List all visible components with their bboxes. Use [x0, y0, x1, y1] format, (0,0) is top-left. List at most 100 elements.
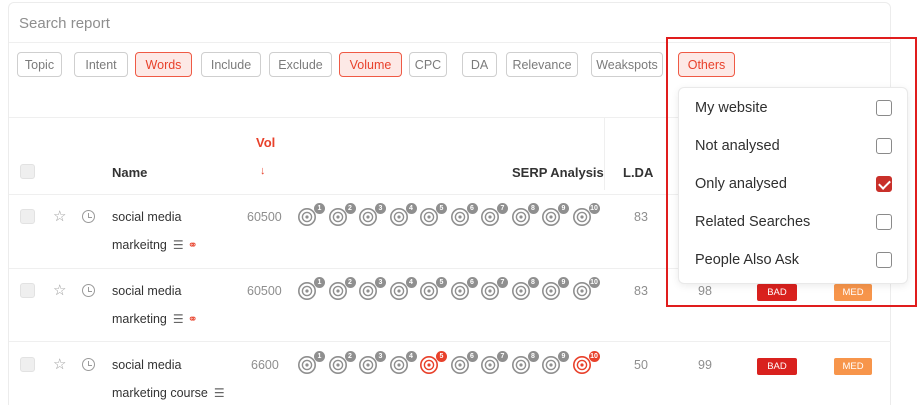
row-checkbox[interactable]: [20, 283, 35, 298]
serp-position-badge: 2: [344, 351, 356, 362]
serp-position-badge: 3: [375, 203, 386, 214]
list-icon[interactable]: ☰: [173, 238, 184, 252]
name-header[interactable]: Name: [112, 165, 147, 180]
clock-icon[interactable]: [82, 210, 95, 223]
clock-icon[interactable]: [82, 358, 95, 371]
row-checkbox[interactable]: [20, 209, 35, 224]
serp-position-badge: 7: [497, 351, 508, 362]
serp-position-badge: 2: [344, 277, 356, 288]
serp-position-badge: 2: [344, 203, 356, 214]
lda-value: 50: [634, 358, 648, 372]
vol-header[interactable]: Vol: [256, 135, 275, 150]
keyword-line: markeitng: [112, 238, 167, 252]
serp-target-icon[interactable]: 5: [419, 351, 447, 377]
serp-target-icon[interactable]: 2: [328, 203, 356, 229]
serp-target-icon[interactable]: 5: [419, 277, 447, 303]
serp-target-icon[interactable]: 2: [328, 277, 356, 303]
serp-position-badge: 10: [588, 203, 600, 214]
score-value: 99: [698, 358, 712, 372]
serp-target-icon[interactable]: 9: [541, 351, 569, 377]
list-icon[interactable]: ☰: [173, 312, 184, 326]
serp-target-icon[interactable]: 1: [297, 277, 325, 303]
sort-arrow-icon: ↓: [260, 165, 266, 177]
serp-target-icon[interactable]: 8: [511, 351, 539, 377]
serp-position-badge: 6: [466, 277, 478, 288]
filter-da[interactable]: DA: [462, 52, 497, 77]
star-icon[interactable]: ☆: [53, 209, 66, 224]
serp-analysis-header[interactable]: SERP Analysis: [512, 165, 604, 180]
star-icon[interactable]: ☆: [53, 357, 66, 372]
filter-weakspots[interactable]: Weakspots: [591, 52, 663, 77]
list-icon[interactable]: ☰: [214, 386, 225, 400]
serp-target-icon[interactable]: 3: [358, 351, 386, 377]
keyword-line: social media: [112, 210, 182, 224]
filter-volume[interactable]: Volume: [339, 52, 402, 77]
serp-target-icon[interactable]: 3: [358, 203, 386, 229]
link-icon[interactable]: ⚭: [188, 312, 198, 326]
keyword-cell: marketing course ☰: [112, 379, 225, 405]
serp-target-icon[interactable]: 3: [358, 277, 386, 303]
filter-exclude[interactable]: Exclude: [269, 52, 332, 77]
serp-target-icon[interactable]: 4: [389, 277, 417, 303]
serp-target-icon[interactable]: 9: [541, 277, 569, 303]
serp-target-icon[interactable]: 7: [480, 351, 508, 377]
serp-position-badge: 10: [588, 277, 600, 288]
serp-position-badge: 1: [314, 277, 325, 288]
serp-position-badge: 9: [558, 277, 569, 288]
filter-include[interactable]: Include: [201, 52, 261, 77]
serp-target-icon[interactable]: 6: [450, 277, 478, 303]
serp-position-badge: 8: [527, 277, 539, 288]
volume-value: 6600: [251, 358, 279, 372]
serp-position-badge: 1: [314, 203, 325, 214]
serp-target-icon[interactable]: 7: [480, 277, 508, 303]
keyword-line: marketing course: [112, 386, 208, 400]
serp-target-icon[interactable]: 8: [511, 203, 539, 229]
filter-cpc[interactable]: CPC: [409, 52, 447, 77]
filter-relevance[interactable]: Relevance: [506, 52, 578, 77]
filter-words[interactable]: Words: [135, 52, 192, 77]
serp-target-icon[interactable]: 4: [389, 203, 417, 229]
column-divider: [604, 118, 605, 190]
serp-target-icon[interactable]: 4: [389, 351, 417, 377]
serp-target-icon[interactable]: 10: [572, 277, 600, 303]
serp-position-badge: 6: [466, 351, 478, 362]
keyword-line: social media: [112, 358, 182, 372]
serp-target-icon[interactable]: 10: [572, 351, 600, 377]
select-all-checkbox[interactable]: [20, 164, 35, 179]
serp-position-badge: 7: [497, 203, 508, 214]
serp-target-icon[interactable]: 1: [297, 351, 325, 377]
keyword-cell: markeitng ☰ ⚭: [112, 231, 198, 259]
serp-position-badge: 10: [588, 351, 600, 362]
star-icon[interactable]: ☆: [53, 283, 66, 298]
filter-intent[interactable]: Intent: [74, 52, 128, 77]
lda-header[interactable]: L.DA: [623, 165, 653, 180]
serp-target-icon[interactable]: 7: [480, 203, 508, 229]
serp-position-badge: 5: [436, 203, 447, 214]
volume-value: 60500: [247, 284, 282, 298]
serp-target-icon[interactable]: 10: [572, 203, 600, 229]
annotation-highlight-box: [666, 37, 917, 307]
serp-target-icon[interactable]: 6: [450, 203, 478, 229]
link-icon[interactable]: ⚭: [188, 238, 198, 252]
lda-value: 83: [634, 210, 648, 224]
lda-value: 83: [634, 284, 648, 298]
search-input[interactable]: Search report: [19, 15, 110, 32]
serp-target-icon[interactable]: 2: [328, 351, 356, 377]
filter-topic[interactable]: Topic: [17, 52, 62, 77]
serp-position-badge: 4: [405, 351, 417, 362]
keyword-line: marketing: [112, 312, 167, 326]
serp-target-icon[interactable]: 6: [450, 351, 478, 377]
med-badge: MED: [834, 358, 872, 375]
volume-value: 60500: [247, 210, 282, 224]
serp-position-badge: 8: [527, 203, 539, 214]
clock-icon[interactable]: [82, 284, 95, 297]
row-divider: [9, 341, 891, 342]
serp-target-icon[interactable]: 8: [511, 277, 539, 303]
serp-target-icon[interactable]: 5: [419, 203, 447, 229]
serp-position-badge: 9: [558, 203, 569, 214]
serp-position-badge: 4: [405, 203, 417, 214]
row-checkbox[interactable]: [20, 357, 35, 372]
serp-position-badge: 1: [314, 351, 325, 362]
serp-target-icon[interactable]: 9: [541, 203, 569, 229]
serp-target-icon[interactable]: 1: [297, 203, 325, 229]
